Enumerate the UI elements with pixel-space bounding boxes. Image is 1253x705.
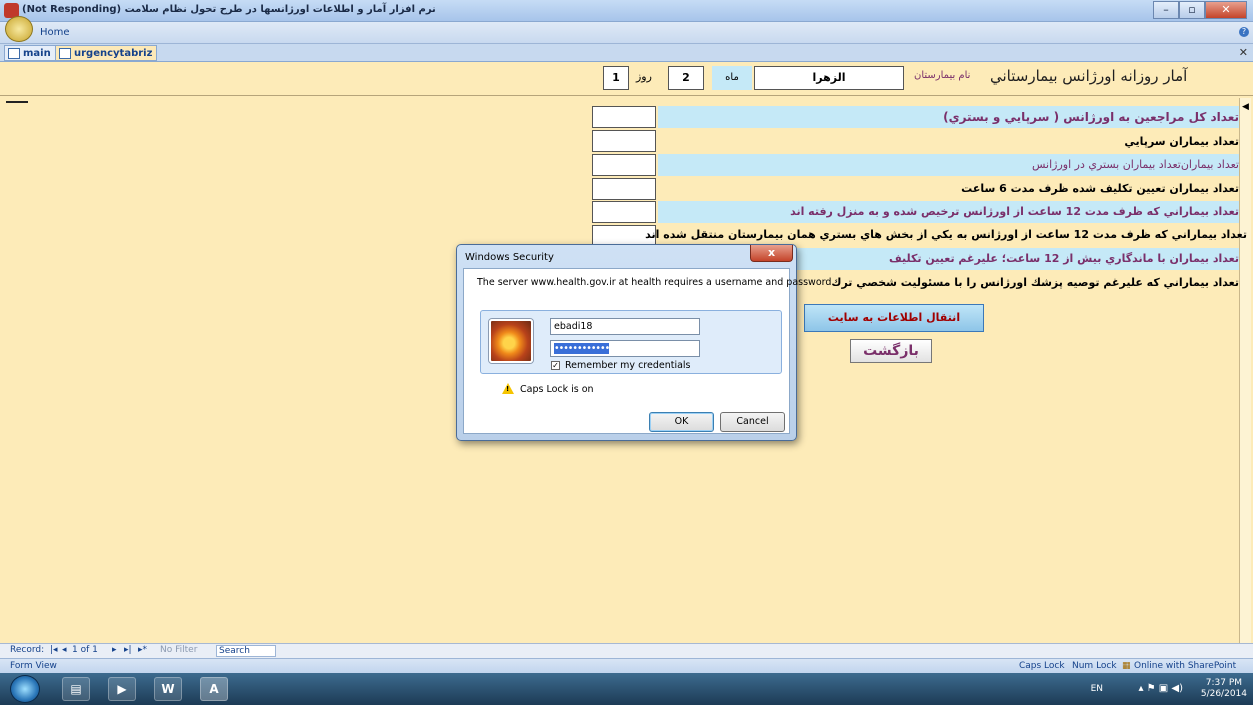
outpatient-field[interactable] (592, 130, 656, 152)
form-icon (59, 48, 71, 59)
ok-button[interactable]: OK (649, 412, 714, 432)
six-hour-label: تعداد بيماران تعيين تكليف شده ظرف مدت 6 … (961, 182, 1239, 195)
user-avatar-icon (489, 319, 533, 363)
title-bar: (Not Responding) نرم افزار آمار و اطلاعا… (0, 0, 1253, 22)
ribbon: Home ? (0, 16, 1253, 44)
taskbar: ▤ ▶ W A EN ▴ ⚑ ▣ ◀) 7:37 PM 5/26/2014 (0, 673, 1253, 705)
minimize-button[interactable]: – (1153, 1, 1179, 19)
hospital-label: نام بيمارستان (914, 70, 971, 81)
document-tabs: main urgencytabriz ✕ (0, 44, 1253, 62)
transferred-label: تعداد بيماراني كه ظرف مدت 12 ساعت از اور… (645, 228, 1247, 241)
window-controls: – ▫ ✕ (1153, 1, 1247, 19)
office-button[interactable] (5, 16, 33, 42)
month-label: ماه (712, 66, 752, 90)
username-field[interactable]: ebadi18 (550, 318, 700, 335)
maximize-button[interactable]: ▫ (1179, 1, 1205, 19)
first-record-icon[interactable]: |◂ (50, 645, 58, 655)
form-icon (8, 48, 20, 59)
discharged-label: تعداد بيماراني كه ظرف مدت 12 ساعت از اور… (658, 201, 1239, 223)
password-mask: •••••••••••• (554, 343, 610, 354)
tab-label: main (23, 48, 51, 59)
inpatient-label: تعداد بيماران‌تعداد بيماران بستري در اور… (658, 154, 1239, 176)
remember-checkbox[interactable]: ✓ (551, 361, 560, 370)
cancel-button[interactable]: Cancel (720, 412, 785, 432)
discharged-field[interactable] (592, 201, 656, 223)
tab-main[interactable]: main (4, 45, 56, 61)
tab-home[interactable]: Home (40, 27, 70, 38)
form-header: 1 روز 2 ماه الزهرا نام بيمارستان آمار رو… (0, 62, 1253, 96)
page-title: آمار روزانه اورژانس بيمارستاني (990, 67, 1188, 85)
start-button[interactable] (10, 675, 40, 703)
total-visits-field[interactable] (592, 106, 656, 128)
record-navigator: Record: |◂ ◂ 1 of 1 ▸ ▸| ▸* No Filter Se… (0, 643, 1253, 658)
clock[interactable]: 7:37 PM 5/26/2014 (1201, 678, 1247, 700)
explorer-icon[interactable]: ▤ (62, 677, 90, 701)
sharepoint-status: Online with SharePoint (1134, 661, 1237, 671)
search-input[interactable]: Search (216, 645, 276, 657)
next-record-icon[interactable]: ▸ (112, 645, 117, 655)
month-field[interactable]: 2 (668, 66, 704, 90)
last-record-icon[interactable]: ▸| (124, 645, 132, 655)
help-icon[interactable]: ? (1239, 27, 1249, 37)
divider (6, 101, 28, 103)
password-field[interactable]: •••••••••••• (550, 340, 700, 357)
window-title: (Not Responding) نرم افزار آمار و اطلاعا… (22, 4, 436, 15)
dialog-message: The server www.health.gov.ir at health r… (477, 277, 835, 288)
num-lock-status: Num Lock (1072, 661, 1117, 671)
vertical-scrollbar[interactable]: ◀ (1239, 98, 1251, 643)
tab-label: urgencytabriz (74, 48, 153, 59)
access-icon[interactable]: A (200, 677, 228, 701)
sharepoint-icon: ▦ (1122, 661, 1131, 671)
hospital-field[interactable]: الزهرا (754, 66, 904, 90)
six-hour-field[interactable] (592, 178, 656, 200)
caps-lock-status: Caps Lock (1019, 661, 1065, 671)
windows-security-dialog: Windows Security x The server www.health… (456, 244, 834, 441)
dialog-title: Windows Security (465, 252, 554, 263)
close-button[interactable]: ✕ (1205, 1, 1247, 19)
record-position[interactable]: 1 of 1 (72, 645, 98, 655)
left-ama-label: تعداد بيماراني كه عليرغم توصيه پزشك اورژ… (831, 276, 1239, 289)
view-status: Form View (10, 661, 57, 671)
caps-lock-warning: Caps Lock is on (520, 384, 594, 395)
dialog-body: The server www.health.gov.ir at health r… (463, 268, 834, 434)
back-button[interactable]: بازگشت (850, 339, 932, 363)
outpatient-label: تعداد بيماران سرپايي (1124, 135, 1239, 148)
tray-icons[interactable]: ▴ ⚑ ▣ ◀) (1138, 683, 1183, 694)
day-label: روز (636, 70, 652, 83)
warning-icon-mark: ! (506, 385, 510, 393)
media-player-icon[interactable]: ▶ (108, 677, 136, 701)
total-visits-label: تعداد كل مراجعين به اورژانس ( سرپايي و ب… (658, 106, 1239, 128)
close-document-icon[interactable]: ✕ (1239, 46, 1248, 59)
day-field[interactable]: 1 (603, 66, 629, 90)
prev-record-icon[interactable]: ◂ (62, 645, 67, 655)
remember-label: Remember my credentials (565, 360, 691, 371)
status-bar: Form View Caps Lock Num Lock ▦ Online wi… (0, 658, 1253, 673)
clock-date: 5/26/2014 (1200, 689, 1247, 699)
send-to-site-button[interactable]: انتقال اطلاعات به سايت (804, 304, 984, 332)
dialog-close-button[interactable]: x (750, 245, 793, 262)
inpatient-field[interactable] (592, 154, 656, 176)
filter-indicator[interactable]: No Filter (160, 645, 197, 655)
language-indicator[interactable]: EN (1091, 684, 1103, 694)
scroll-left-icon[interactable]: ◀ (1242, 102, 1249, 112)
tab-urgencytabriz[interactable]: urgencytabriz (55, 45, 158, 61)
record-label: Record: (10, 645, 45, 655)
word-icon[interactable]: W (154, 677, 182, 701)
credential-tile[interactable]: ebadi18 •••••••••••• ✓ Remember my crede… (480, 310, 782, 374)
clock-time: 7:37 PM (1205, 678, 1243, 688)
new-record-icon[interactable]: ▸* (138, 645, 147, 655)
